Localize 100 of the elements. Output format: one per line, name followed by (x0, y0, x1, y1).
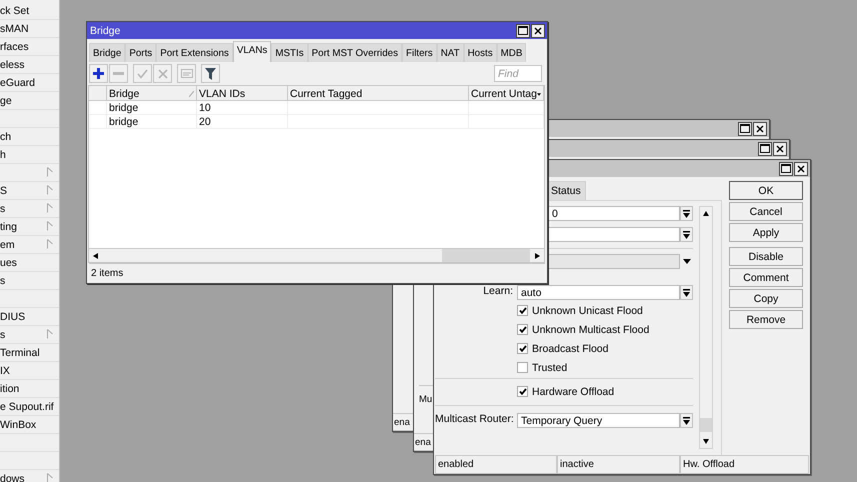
sidebar-item[interactable]: eGuard (0, 74, 59, 92)
status-cell: inactive (557, 456, 680, 474)
vertical-scrollbar[interactable] (699, 206, 713, 449)
sidebar-item[interactable]: dows (0, 470, 59, 482)
submenu-arrow-icon (47, 167, 53, 177)
sidebar-item[interactable]: e Supout.rif (0, 398, 59, 416)
column-menu-icon (536, 92, 541, 96)
close-icon (756, 124, 764, 132)
sidebar-item[interactable]: ck Set (0, 2, 59, 20)
input-field[interactable]: auto (517, 285, 680, 300)
up-arrow-icon (703, 211, 709, 217)
checkbox-label: Trusted (532, 362, 568, 374)
input-field[interactable]: 0 (548, 206, 680, 221)
checkbox-label: Unknown Multicast Flood (532, 324, 650, 336)
tab[interactable]: VLANs (232, 41, 272, 62)
right-arrow-icon (534, 252, 540, 258)
input-field[interactable] (548, 227, 680, 242)
sidebar-item[interactable]: WinBox (0, 416, 59, 434)
submenu-arrow-icon (47, 473, 53, 482)
sidebar-item[interactable]: ge (0, 92, 59, 110)
column-header[interactable]: Current Untag (469, 86, 544, 100)
filter-icon (205, 68, 216, 80)
tab[interactable]: Bridge (89, 43, 126, 62)
dialog-button[interactable]: OK (729, 181, 803, 200)
checkbox[interactable] (517, 324, 528, 335)
table-row[interactable]: bridge 20 (89, 115, 544, 129)
scrollbar-thumb[interactable] (700, 418, 712, 432)
sidebar-item[interactable]: Terminal (0, 344, 59, 362)
maximize-icon (518, 26, 528, 35)
table-cell: 10 (197, 101, 288, 114)
scrollbar-thumb[interactable] (442, 249, 530, 262)
column-header[interactable]: Bridge (107, 86, 197, 100)
submenu-arrow-icon (47, 185, 53, 195)
maximize-button[interactable] (516, 24, 530, 38)
dropdown-button[interactable] (680, 227, 693, 242)
toolbar-button[interactable] (201, 64, 220, 83)
sidebar-item[interactable]: ues (0, 254, 59, 272)
submenu-arrow-icon (47, 329, 53, 339)
close-button[interactable] (531, 24, 545, 38)
dropdown-icon (683, 416, 690, 424)
dialog-button[interactable]: Apply (729, 223, 803, 242)
column-header[interactable]: Current Tagged (288, 86, 469, 100)
window-title: Bridge (90, 24, 122, 36)
dropdown-icon (683, 230, 690, 238)
tab[interactable]: Status (546, 181, 586, 200)
horizontal-scrollbar[interactable] (89, 248, 544, 262)
dropdown-icon (682, 259, 690, 264)
tab[interactable]: Hosts (464, 43, 497, 62)
left-arrow-icon (93, 252, 99, 258)
sidebar-item[interactable]: S (0, 182, 59, 200)
column-header[interactable]: VLAN IDs (197, 86, 288, 100)
sidebar-item[interactable]: ch (0, 128, 59, 146)
dialog-button[interactable]: Remove (729, 310, 803, 329)
sidebar-item[interactable]: s (0, 272, 59, 290)
dropdown-button[interactable] (680, 206, 693, 221)
sidebar-item[interactable]: ition (0, 380, 59, 398)
table-cell: 20 (197, 115, 288, 128)
sidebar-item[interactable]: IX (0, 362, 59, 380)
tab[interactable]: Filters (402, 43, 437, 62)
table-cell: bridge (107, 115, 197, 128)
sidebar-item[interactable]: em (0, 236, 59, 254)
checkbox[interactable] (517, 362, 528, 373)
sidebar-item[interactable]: s (0, 326, 59, 344)
tab[interactable]: MDB (496, 43, 526, 62)
note-icon (180, 69, 192, 78)
tab[interactable]: Port MST Overrides (308, 43, 402, 62)
input-field[interactable]: Temporary Query (517, 413, 680, 428)
submenu-arrow-icon (47, 221, 53, 231)
sidebar-item[interactable]: ting (0, 218, 59, 236)
dropdown-button[interactable] (680, 413, 693, 428)
checkbox[interactable] (517, 386, 528, 397)
dropdown-button[interactable] (680, 285, 693, 300)
sidebar-item[interactable]: h (0, 146, 59, 164)
status-cell: enabled (435, 456, 557, 474)
sidebar-item[interactable]: eless (0, 56, 59, 74)
sidebar-item[interactable]: sMAN (0, 20, 59, 38)
submenu-arrow-icon (47, 203, 53, 213)
tab[interactable]: Ports (125, 43, 156, 62)
dialog-button[interactable]: Comment (729, 268, 803, 287)
checkbox-label: Hardware Offload (532, 386, 614, 398)
sidebar-item[interactable]: s (0, 200, 59, 218)
tab[interactable]: MSTIs (271, 43, 308, 62)
checkbox[interactable] (517, 305, 528, 316)
tab[interactable]: NAT (436, 43, 464, 62)
dialog-button[interactable]: Cancel (729, 202, 803, 221)
dropdown-icon (683, 288, 690, 296)
search-field[interactable]: Find (494, 65, 542, 82)
tab[interactable]: Port Extensions (156, 43, 233, 62)
dialog-button[interactable]: Copy (729, 289, 803, 308)
checkbox[interactable] (517, 343, 528, 354)
maximize-icon (760, 144, 770, 153)
minus-icon (113, 72, 124, 75)
sidebar-item[interactable]: rfaces (0, 38, 59, 56)
dialog-button[interactable]: Disable (729, 247, 803, 266)
field-label: Mu (419, 394, 432, 405)
plus-icon (93, 68, 104, 79)
toolbar-button[interactable] (89, 64, 108, 83)
submenu-arrow-icon (47, 239, 53, 249)
table-row[interactable]: bridge 10 (89, 101, 544, 115)
sidebar-item[interactable]: DIUS (0, 308, 59, 326)
